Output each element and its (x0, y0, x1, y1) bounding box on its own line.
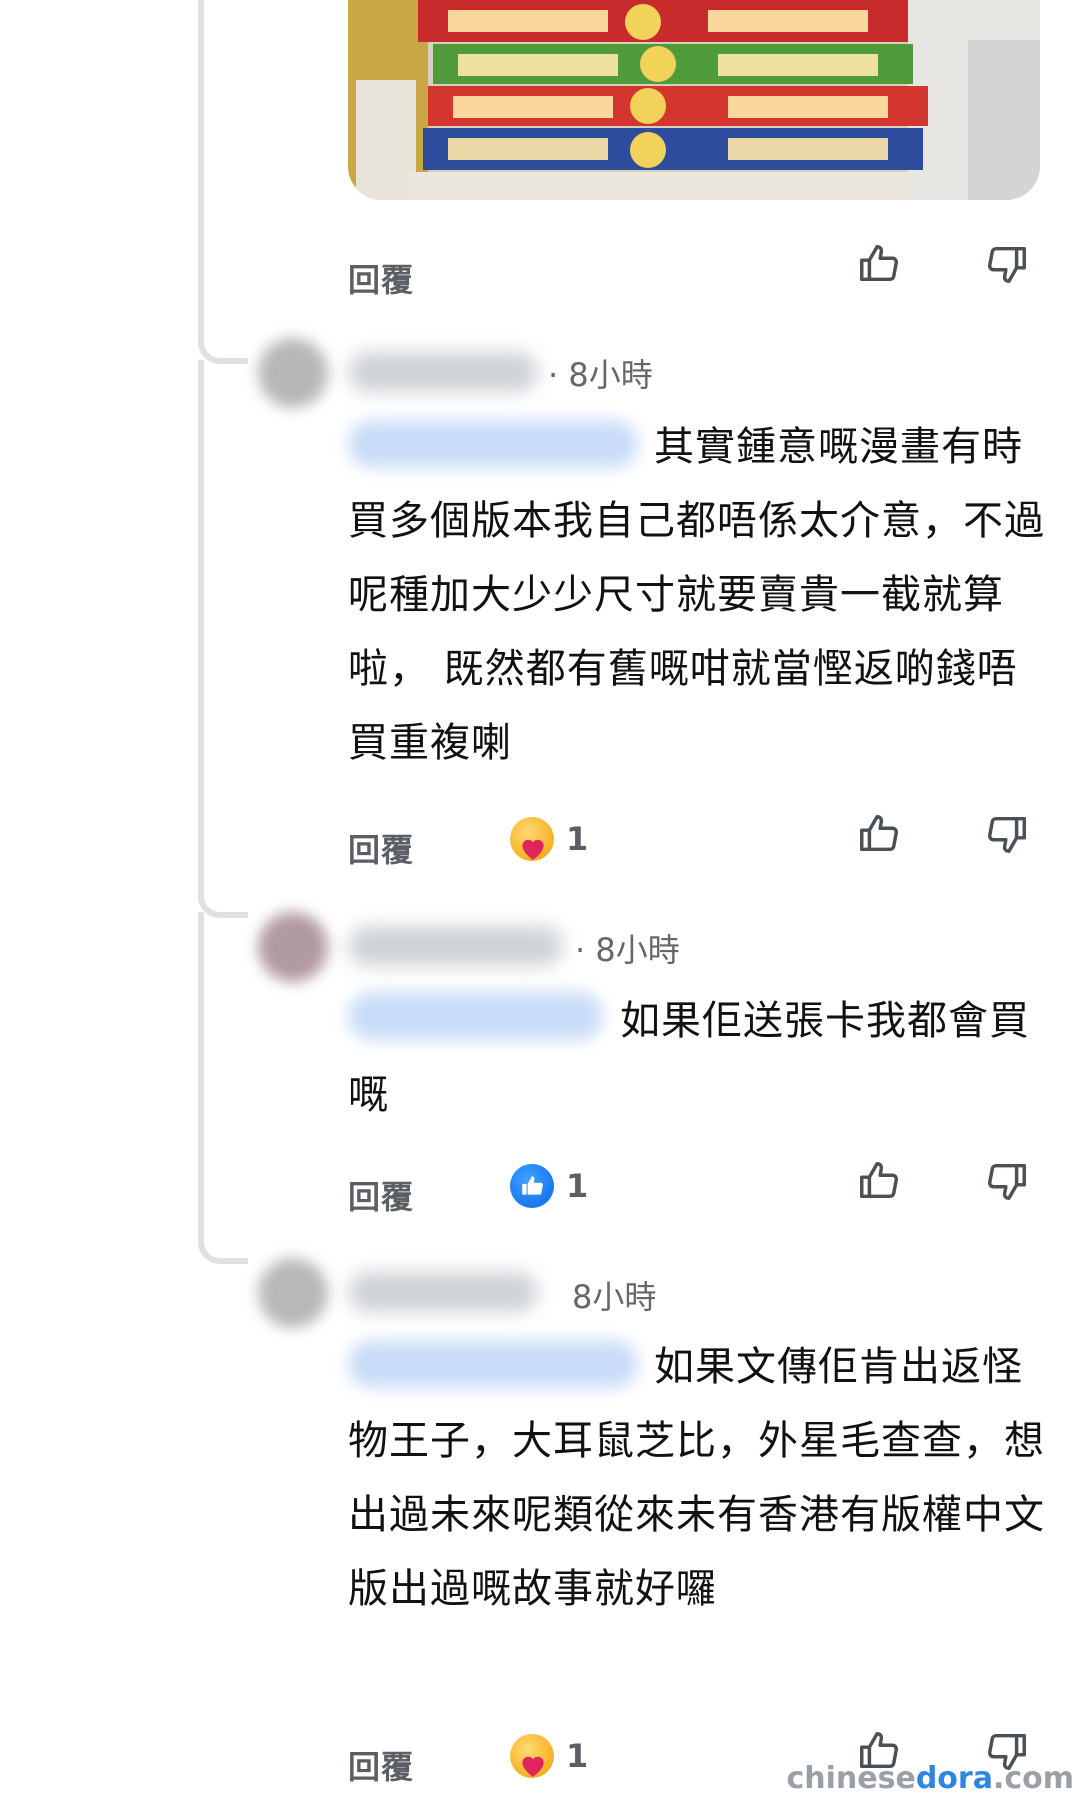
reaction-summary[interactable]: 1 (510, 1732, 588, 1780)
comment-text: 如果佢送張卡我都會買嘅 (348, 998, 1030, 1118)
commenter-name[interactable] (348, 352, 538, 392)
reply-button[interactable]: 回覆 (348, 825, 414, 871)
thread-line (198, 912, 204, 1242)
thread-connector (198, 336, 248, 364)
comment-text: 如果文傳佢肯出返怪物王子，大耳鼠芝比，外星毛查查，想出過未來呢類從來未有香港有版… (348, 1344, 1045, 1612)
reaction-count: 1 (566, 1737, 589, 1775)
thumbs-up-icon[interactable] (856, 1158, 902, 1204)
comment-timestamp: 8小時 (572, 1278, 657, 1316)
like-emoji-icon (510, 1164, 554, 1208)
watermark-part: .com (992, 1761, 1074, 1796)
care-emoji-icon (510, 817, 554, 861)
watermark-part: chinese (786, 1761, 916, 1796)
reaction-summary[interactable]: 1 (510, 815, 588, 863)
thread-line (198, 0, 204, 340)
thumbs-up-icon[interactable] (856, 811, 902, 857)
reaction-count: 1 (566, 820, 589, 858)
comment-actions: 回覆 1 (348, 1162, 1048, 1222)
thumbs-down-icon[interactable] (984, 811, 1030, 857)
reaction-count: 1 (566, 1167, 589, 1205)
reply-button[interactable]: 回覆 (348, 255, 414, 301)
watermark-part: dora (915, 1761, 993, 1796)
reply-button[interactable]: 回覆 (348, 1742, 414, 1788)
avatar[interactable] (258, 912, 328, 982)
thumbs-down-icon[interactable] (984, 241, 1030, 287)
comment-timestamp: · 8小時 (548, 356, 653, 394)
reaction-summary[interactable]: 1 (510, 1162, 588, 1210)
reply-button[interactable]: 回覆 (348, 1172, 414, 1218)
care-emoji-icon (510, 1734, 554, 1778)
thumbs-up-icon[interactable] (856, 241, 902, 287)
comment-actions: 回覆 1 (348, 815, 1048, 875)
thread-connector (198, 890, 248, 918)
commenter-name[interactable] (348, 1272, 538, 1312)
commenter-name[interactable] (348, 926, 563, 966)
comment-text: 其實鍾意嘅漫畫有時買多個版本我自己都唔係太介意，不過呢種加大少少尺寸就要賣貴一截… (348, 424, 1045, 766)
thread-connector (198, 1236, 248, 1264)
manga-books-photo[interactable] (348, 0, 1040, 200)
avatar[interactable] (258, 1258, 328, 1328)
thread-line (198, 360, 204, 900)
comment-timestamp: · 8小時 (575, 931, 680, 969)
avatar[interactable] (258, 338, 328, 408)
thumbs-down-icon[interactable] (984, 1158, 1030, 1204)
photo-comment-actions: 回覆 (348, 245, 1048, 305)
site-watermark: chinesedora.com (786, 1761, 1074, 1796)
